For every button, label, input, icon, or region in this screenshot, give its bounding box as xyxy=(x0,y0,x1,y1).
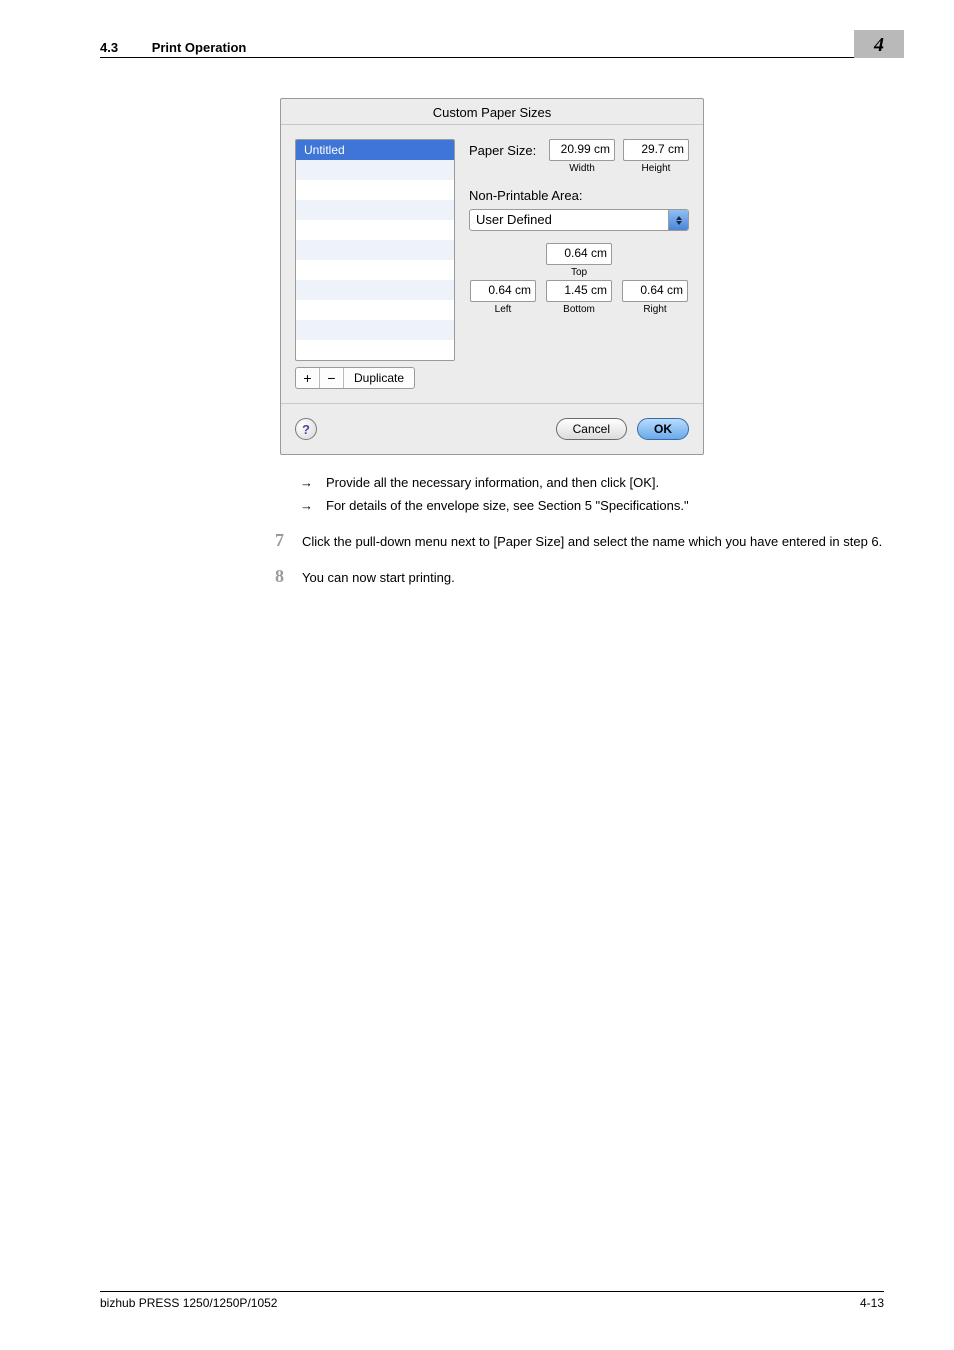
paper-size-label: Paper Size: xyxy=(469,139,541,158)
step-number: 8 xyxy=(268,566,284,587)
margin-top-input[interactable]: 0.64 cm xyxy=(546,243,612,265)
sizes-listbox[interactable]: Untitled xyxy=(295,139,455,361)
margin-top-label: Top xyxy=(571,267,587,278)
remove-button[interactable]: − xyxy=(320,368,344,388)
height-label: Height xyxy=(642,163,671,174)
select-value: User Defined xyxy=(470,210,668,230)
footer-right: 4-13 xyxy=(860,1296,884,1310)
step-7: 7 Click the pull-down menu next to [Pape… xyxy=(268,530,884,552)
paper-width-input[interactable]: 20.99 cm xyxy=(549,139,615,161)
width-label: Width xyxy=(569,163,595,174)
margin-bottom-input[interactable]: 1.45 cm xyxy=(546,280,612,302)
bullet-text: Provide all the necessary information, a… xyxy=(326,473,659,493)
chapter-number-box: 4 xyxy=(854,30,904,58)
cancel-button[interactable]: Cancel xyxy=(556,418,627,440)
step-text: Click the pull-down menu next to [Paper … xyxy=(302,532,884,552)
chevron-up-down-icon xyxy=(668,210,688,230)
page-header: 4.3 Print Operation 4 xyxy=(100,40,884,58)
instruction-bullets: → Provide all the necessary information,… xyxy=(300,473,900,516)
custom-paper-sizes-dialog: Custom Paper Sizes Untitled + − Duplicat… xyxy=(280,98,704,455)
arrow-icon: → xyxy=(300,473,316,493)
footer-left: bizhub PRESS 1250/1250P/1052 xyxy=(100,1296,277,1310)
section-heading: 4.3 Print Operation xyxy=(100,40,246,55)
list-item[interactable]: Untitled xyxy=(296,140,454,160)
help-button[interactable]: ? xyxy=(295,418,317,440)
non-printable-area-select[interactable]: User Defined xyxy=(469,209,689,231)
non-printable-area-label: Non-Printable Area: xyxy=(469,188,689,203)
step-number: 7 xyxy=(268,530,284,551)
list-buttons: + − Duplicate xyxy=(295,367,415,389)
section-title: Print Operation xyxy=(152,40,247,55)
arrow-icon: → xyxy=(300,496,316,516)
duplicate-button[interactable]: Duplicate xyxy=(344,368,414,388)
section-number: 4.3 xyxy=(100,40,118,55)
paper-height-input[interactable]: 29.7 cm xyxy=(623,139,689,161)
bullet-text: For details of the envelope size, see Se… xyxy=(326,496,689,516)
margin-left-label: Left xyxy=(495,304,512,315)
margin-right-label: Right xyxy=(643,304,666,315)
margin-right-input[interactable]: 0.64 cm xyxy=(622,280,688,302)
ok-button[interactable]: OK xyxy=(637,418,689,440)
add-button[interactable]: + xyxy=(296,368,320,388)
margin-left-input[interactable]: 0.64 cm xyxy=(470,280,536,302)
margins-grid: 0.64 cm Top 0.64 cm Left 1.45 cm Bottom … xyxy=(469,243,689,317)
margin-bottom-label: Bottom xyxy=(563,304,595,315)
step-text: You can now start printing. xyxy=(302,568,884,588)
page-footer: bizhub PRESS 1250/1250P/1052 4-13 xyxy=(100,1291,884,1310)
dialog-title: Custom Paper Sizes xyxy=(281,99,703,125)
step-8: 8 You can now start printing. xyxy=(268,566,884,588)
